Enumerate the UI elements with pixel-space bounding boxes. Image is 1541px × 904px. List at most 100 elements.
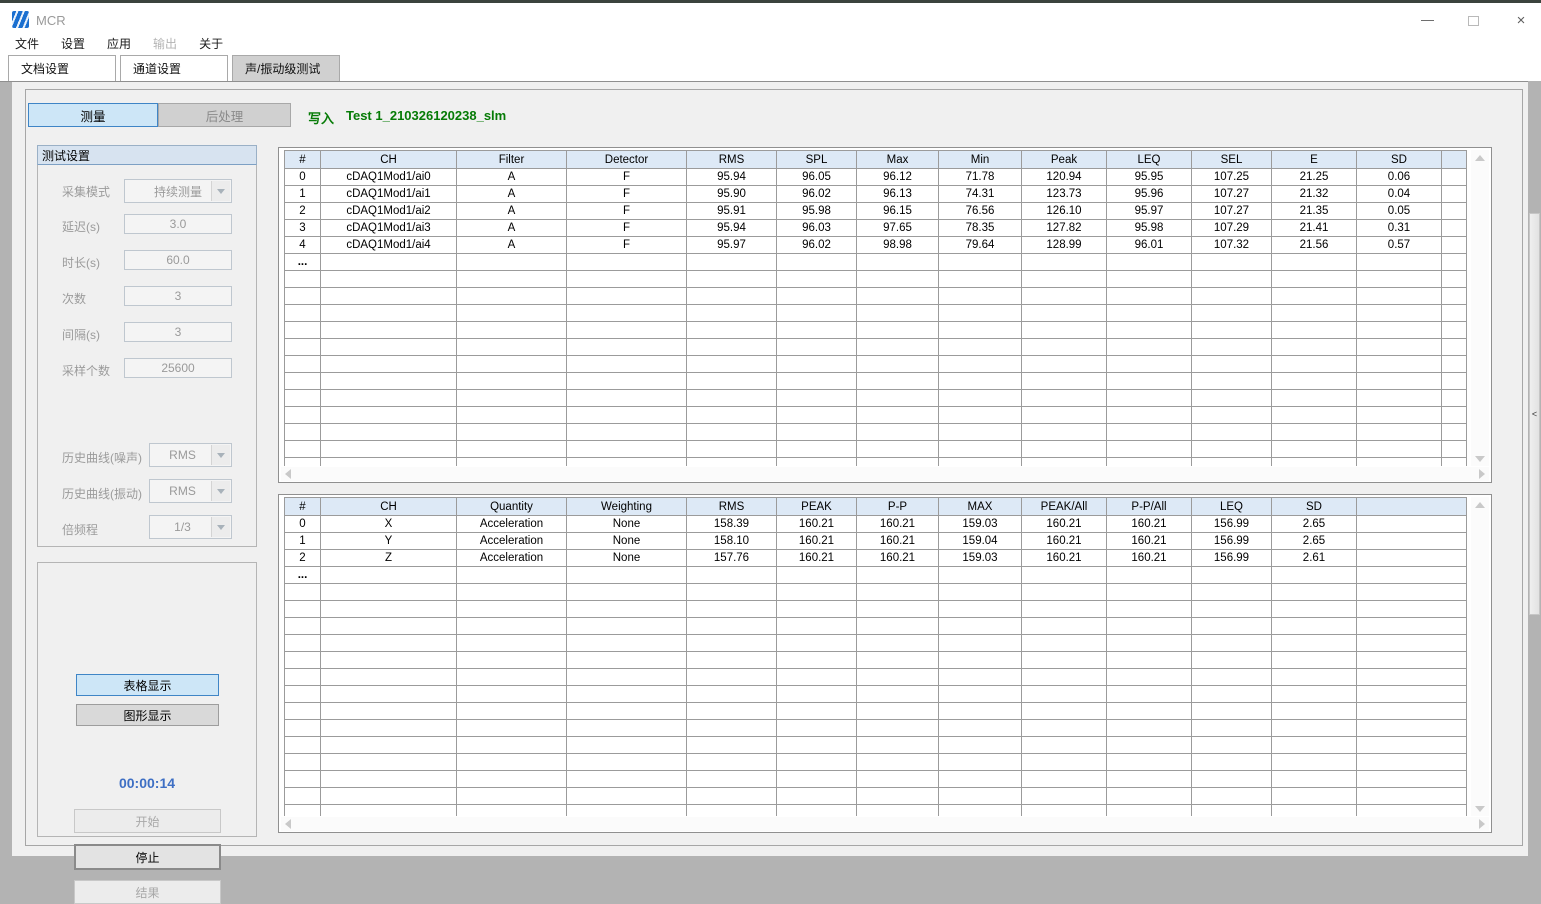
chevron-down-icon[interactable] (211, 481, 230, 501)
table-cell[interactable]: 76.56 (939, 203, 1022, 220)
chevron-down-icon[interactable] (211, 445, 230, 465)
table-cell[interactable]: 160.21 (1022, 533, 1107, 550)
scroll-left-icon[interactable] (285, 819, 291, 829)
table-cell[interactable]: 95.95 (1107, 169, 1192, 186)
table-cell[interactable]: 95.91 (687, 203, 777, 220)
table-cell[interactable]: 95.98 (777, 203, 857, 220)
table-cell[interactable]: 2 (285, 550, 321, 567)
table-cell[interactable]: 0 (285, 169, 321, 186)
table-cell[interactable]: cDAQ1Mod1/ai0 (321, 169, 457, 186)
table-cell[interactable]: 156.99 (1192, 550, 1272, 567)
table-cell[interactable]: A (457, 237, 567, 254)
table-cell[interactable]: cDAQ1Mod1/ai3 (321, 220, 457, 237)
table-cell[interactable]: cDAQ1Mod1/ai4 (321, 237, 457, 254)
table-cell[interactable]: 95.97 (1107, 203, 1192, 220)
field-input-5[interactable]: 25600 (124, 358, 232, 378)
table-cell[interactable]: None (567, 550, 687, 567)
history-dropdown-0[interactable]: RMS (149, 443, 232, 467)
table-cell[interactable]: 1 (285, 533, 321, 550)
table-cell[interactable]: 96.03 (777, 220, 857, 237)
maximize-button[interactable] (1450, 6, 1496, 35)
minimize-button[interactable] (1404, 6, 1450, 35)
close-button[interactable]: × (1498, 6, 1541, 35)
table-cell[interactable]: F (567, 237, 687, 254)
table-cell[interactable]: 71.78 (939, 169, 1022, 186)
tab-0[interactable]: 文档设置 (8, 55, 116, 81)
table-cell[interactable]: 0.31 (1357, 220, 1442, 237)
table-cell[interactable]: 95.96 (1107, 186, 1192, 203)
field-dropdown-0[interactable]: 持续测量 (124, 179, 232, 203)
table-cell[interactable]: None (567, 516, 687, 533)
menu-item-3[interactable]: 输出 (142, 32, 188, 55)
table-cell[interactable]: 156.99 (1192, 516, 1272, 533)
table-cell[interactable]: 78.35 (939, 220, 1022, 237)
result-button[interactable]: 结果 (74, 880, 221, 904)
table-cell[interactable]: 120.94 (1022, 169, 1107, 186)
vibration-table-horizontal-scrollbar[interactable] (281, 817, 1489, 831)
field-input-1[interactable]: 3.0 (124, 214, 232, 234)
tab-2[interactable]: 声/振动级测试 (232, 55, 340, 81)
scroll-up-icon[interactable] (1475, 502, 1485, 508)
table-cell[interactable]: 2.61 (1272, 550, 1357, 567)
table-cell[interactable]: 159.04 (939, 533, 1022, 550)
table-cell[interactable]: 160.21 (1022, 550, 1107, 567)
table-cell[interactable]: A (457, 169, 567, 186)
table-cell[interactable]: 159.03 (939, 516, 1022, 533)
table-cell[interactable]: 96.01 (1107, 237, 1192, 254)
history-dropdown-2[interactable]: 1/3 (149, 515, 232, 539)
table-cell[interactable]: Acceleration (457, 550, 567, 567)
table-cell[interactable]: 2.65 (1272, 516, 1357, 533)
table-cell[interactable]: 95.97 (687, 237, 777, 254)
table-cell[interactable]: 159.03 (939, 550, 1022, 567)
table-cell[interactable]: 96.02 (777, 237, 857, 254)
measure-mode-button[interactable]: 测量 (28, 103, 158, 127)
start-button[interactable]: 开始 (74, 809, 221, 833)
table-cell[interactable]: 0.05 (1357, 203, 1442, 220)
table-cell[interactable]: 21.32 (1272, 186, 1357, 203)
table-cell[interactable]: 97.65 (857, 220, 939, 237)
scroll-right-icon[interactable] (1479, 469, 1485, 479)
table-cell[interactable]: 126.10 (1022, 203, 1107, 220)
vibration-table-vertical-scrollbar[interactable] (1471, 497, 1489, 816)
table-cell[interactable]: 160.21 (777, 533, 857, 550)
table-cell[interactable]: 158.10 (687, 533, 777, 550)
table-cell[interactable]: A (457, 186, 567, 203)
table-cell[interactable]: Z (321, 550, 457, 567)
table-cell[interactable]: 107.25 (1192, 169, 1272, 186)
table-cell[interactable]: 128.99 (1022, 237, 1107, 254)
table-cell[interactable]: 2.65 (1272, 533, 1357, 550)
table-cell[interactable]: cDAQ1Mod1/ai2 (321, 203, 457, 220)
table-cell[interactable]: 160.21 (777, 516, 857, 533)
field-input-2[interactable]: 60.0 (124, 250, 232, 270)
table-cell[interactable]: 160.21 (1022, 516, 1107, 533)
scroll-right-icon[interactable] (1479, 819, 1485, 829)
graph-display-button[interactable]: 图形显示 (76, 704, 219, 726)
table-cell[interactable]: 98.98 (857, 237, 939, 254)
scroll-down-icon[interactable] (1475, 456, 1485, 462)
table-cell[interactable]: 95.94 (687, 169, 777, 186)
table-cell[interactable]: Acceleration (457, 533, 567, 550)
table-cell[interactable]: Acceleration (457, 516, 567, 533)
sound-table-horizontal-scrollbar[interactable] (281, 467, 1489, 481)
table-cell[interactable]: 0.06 (1357, 169, 1442, 186)
table-cell[interactable]: 79.64 (939, 237, 1022, 254)
table-cell[interactable]: 95.90 (687, 186, 777, 203)
table-cell[interactable]: 95.94 (687, 220, 777, 237)
table-cell[interactable]: 96.13 (857, 186, 939, 203)
table-cell[interactable]: 157.76 (687, 550, 777, 567)
menu-item-0[interactable]: 文件 (4, 32, 50, 55)
table-cell[interactable]: 0.04 (1357, 186, 1442, 203)
table-cell[interactable]: 107.32 (1192, 237, 1272, 254)
scroll-down-icon[interactable] (1475, 806, 1485, 812)
table-cell[interactable]: 0 (285, 516, 321, 533)
table-cell[interactable]: 0.57 (1357, 237, 1442, 254)
table-cell[interactable]: 160.21 (857, 516, 939, 533)
table-cell[interactable]: 107.27 (1192, 186, 1272, 203)
menu-item-4[interactable]: 关于 (188, 32, 234, 55)
table-cell[interactable]: 96.15 (857, 203, 939, 220)
table-cell[interactable]: 160.21 (1107, 516, 1192, 533)
sound-table-vertical-scrollbar[interactable] (1471, 150, 1489, 466)
stop-button[interactable]: 停止 (74, 844, 221, 870)
table-display-button[interactable]: 表格显示 (76, 674, 219, 696)
table-cell[interactable]: 96.12 (857, 169, 939, 186)
